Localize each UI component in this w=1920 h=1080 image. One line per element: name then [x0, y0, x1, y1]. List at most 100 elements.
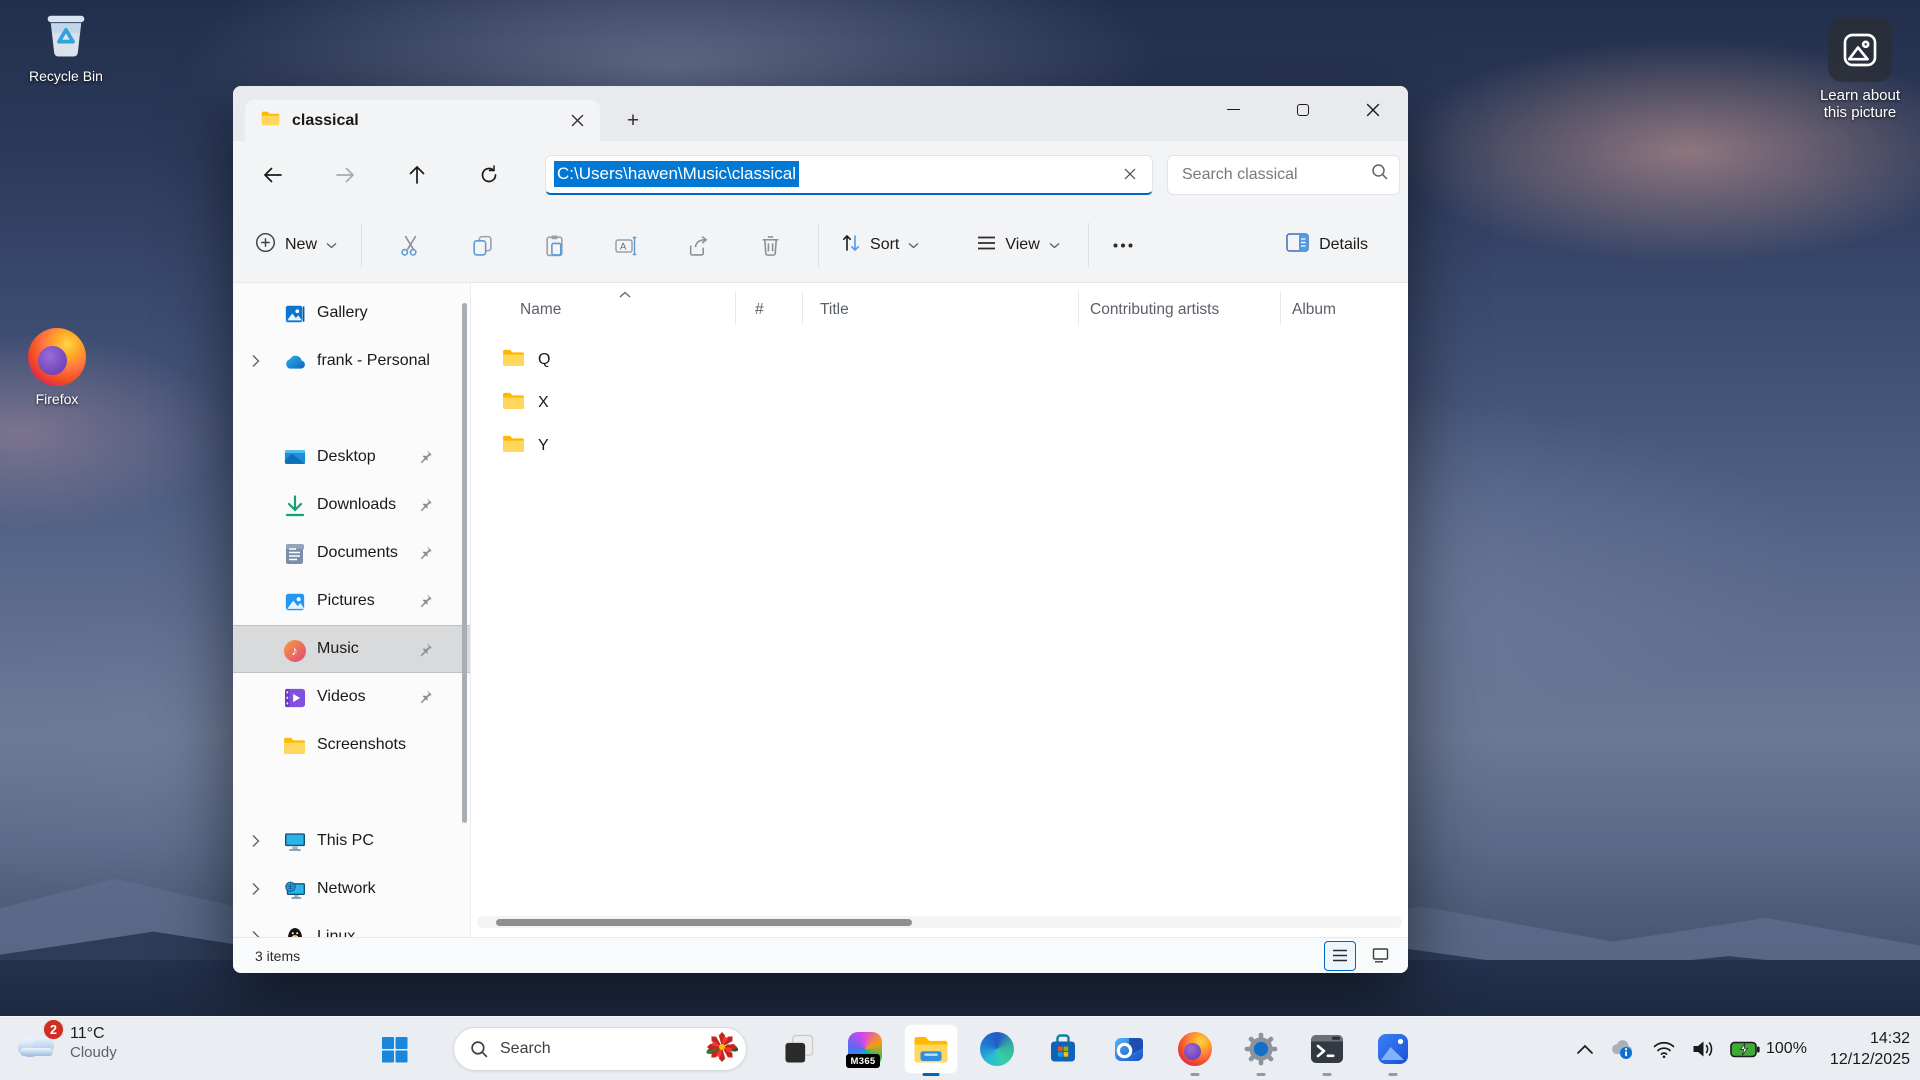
cut-button[interactable]: [374, 223, 446, 267]
copilot-m365-button[interactable]: M365: [832, 1021, 898, 1077]
search-input[interactable]: [1182, 166, 1371, 184]
sidebar-item-pictures[interactable]: Pictures: [233, 577, 470, 625]
refresh-button[interactable]: [469, 155, 509, 195]
outlook-button[interactable]: [1096, 1021, 1162, 1077]
plus-circle-icon: [255, 232, 276, 258]
file-row-y[interactable]: Y: [471, 424, 1408, 467]
taskbar-app-icons: M365: [766, 1021, 1426, 1077]
horizontal-scrollbar[interactable]: [477, 916, 1402, 928]
pin-icon: [418, 689, 433, 709]
wifi-icon[interactable]: [1652, 1039, 1676, 1059]
sidebar-item-screenshots[interactable]: Screenshots: [233, 721, 470, 769]
pin-icon: [418, 449, 433, 469]
sidebar-item-music[interactable]: ♪ Music: [233, 625, 470, 673]
settings-button[interactable]: [1228, 1021, 1294, 1077]
volume-icon[interactable]: [1691, 1039, 1715, 1059]
forward-button[interactable]: [325, 155, 365, 195]
taskbar-search[interactable]: Search: [453, 1027, 747, 1071]
firefox-icon: [28, 328, 86, 386]
column-header-name[interactable]: Name: [520, 301, 561, 319]
column-header-title[interactable]: Title: [820, 301, 849, 319]
folder-icon: [283, 734, 306, 757]
column-separator[interactable]: [1280, 291, 1281, 325]
sidebar-item-documents[interactable]: Documents: [233, 529, 470, 577]
up-button[interactable]: [397, 155, 437, 195]
file-row-x[interactable]: X: [471, 381, 1408, 424]
chevron-right-icon[interactable]: [251, 930, 260, 937]
column-separator[interactable]: [735, 291, 736, 325]
this-pc-icon: [283, 830, 306, 853]
onedrive-tray-icon[interactable]: [1609, 1038, 1637, 1060]
copy-button[interactable]: [446, 223, 518, 267]
recycle-bin-shortcut[interactable]: Recycle Bin: [16, 6, 116, 85]
battery-status[interactable]: 100%: [1730, 1040, 1807, 1058]
sidebar-item-videos[interactable]: Videos: [233, 673, 470, 721]
new-tab-button[interactable]: +: [618, 106, 648, 136]
picture-info-icon: [1828, 18, 1892, 82]
chevron-right-icon[interactable]: [251, 834, 260, 853]
terminal-button[interactable]: [1294, 1021, 1360, 1077]
column-header-album[interactable]: Album: [1292, 301, 1336, 319]
start-button[interactable]: [374, 1029, 414, 1069]
chevron-right-icon[interactable]: [251, 882, 260, 901]
sidebar-item-linux[interactable]: Linux: [233, 913, 470, 937]
share-button[interactable]: [662, 223, 734, 267]
sidebar-item-this-pc[interactable]: This PC: [233, 817, 470, 865]
sidebar-item-label: Screenshots: [317, 736, 406, 754]
sort-button[interactable]: Sort: [831, 224, 929, 267]
toolbar-separator: [1088, 223, 1089, 267]
clock[interactable]: 14:32 12/12/2025: [1830, 1028, 1910, 1070]
file-row-q[interactable]: Q: [471, 338, 1408, 381]
sidebar-scrollbar[interactable]: [462, 303, 467, 823]
task-view-button[interactable]: [766, 1021, 832, 1077]
details-pane-button[interactable]: Details: [1276, 224, 1378, 266]
minimize-button[interactable]: [1198, 86, 1268, 133]
address-bar[interactable]: C:\Users\hawen\Music\classical: [545, 155, 1153, 195]
recycle-bin-label: Recycle Bin: [16, 68, 116, 85]
back-button[interactable]: [253, 155, 293, 195]
new-button[interactable]: New: [243, 223, 349, 267]
column-separator[interactable]: [802, 291, 803, 325]
sidebar-item-network[interactable]: Network: [233, 865, 470, 913]
sidebar-item-downloads[interactable]: Downloads: [233, 481, 470, 529]
tray-chevron-up-icon[interactable]: [1576, 1044, 1594, 1055]
firefox-shortcut[interactable]: Firefox: [12, 328, 102, 408]
window-controls: [1198, 86, 1408, 133]
chevron-right-icon[interactable]: [251, 354, 260, 373]
details-view-toggle[interactable]: [1324, 941, 1356, 971]
learn-about-picture-button[interactable]: Learn about this picture: [1802, 18, 1918, 121]
rename-button[interactable]: A: [590, 223, 662, 267]
scrollbar-thumb[interactable]: [496, 919, 912, 926]
weather-widget[interactable]: 2 11°C Cloudy: [14, 1024, 117, 1062]
microsoft-store-button[interactable]: [1030, 1021, 1096, 1077]
firefox-button[interactable]: [1162, 1021, 1228, 1077]
search-icon[interactable]: [1371, 163, 1389, 186]
file-explorer-button[interactable]: [898, 1021, 964, 1077]
edge-button[interactable]: [964, 1021, 1030, 1077]
view-button[interactable]: View: [967, 226, 1069, 265]
poinsettia-icon[interactable]: [706, 1031, 738, 1068]
clear-address-icon[interactable]: [1116, 160, 1144, 188]
running-indicator: [1323, 1073, 1332, 1077]
tab-close-icon[interactable]: [562, 106, 592, 136]
photos-button[interactable]: [1360, 1021, 1426, 1077]
thumbnail-view-icon: [1372, 948, 1389, 963]
paste-button[interactable]: [518, 223, 590, 267]
tab-classical[interactable]: classical: [245, 100, 600, 141]
battery-percent: 100%: [1766, 1040, 1807, 1058]
search-icon: [470, 1040, 489, 1059]
outlook-icon: [1112, 1032, 1146, 1066]
sidebar-item-desktop[interactable]: Desktop: [233, 433, 470, 481]
taskbar-search-label: Search: [500, 1040, 551, 1058]
sidebar-item-gallery[interactable]: Gallery: [233, 289, 470, 337]
column-header-number[interactable]: #: [755, 301, 764, 319]
close-button[interactable]: [1338, 86, 1408, 133]
column-separator[interactable]: [1078, 291, 1079, 325]
maximize-button[interactable]: [1268, 86, 1338, 133]
pin-icon: [418, 545, 433, 565]
more-options-button[interactable]: [1101, 223, 1145, 267]
icons-view-toggle[interactable]: [1364, 941, 1396, 971]
column-header-contributing-artists[interactable]: Contributing artists: [1090, 301, 1219, 319]
sidebar-item-onedrive-personal[interactable]: frank - Personal: [233, 337, 470, 385]
delete-button[interactable]: [734, 223, 806, 267]
